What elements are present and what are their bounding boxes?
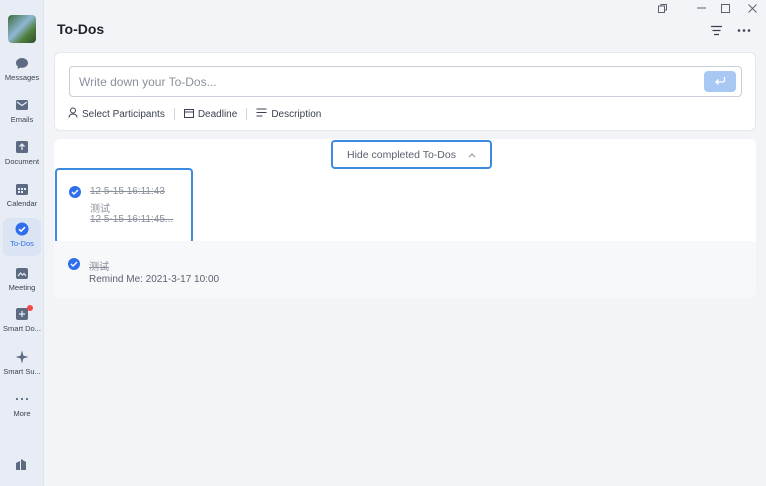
app-store-icon[interactable]	[14, 457, 30, 471]
new-todo-card: Select Participants Deadline Description	[54, 52, 756, 131]
select-participants-button[interactable]: Select Participants	[68, 107, 165, 121]
todo-title: 测试	[89, 262, 109, 273]
description-button[interactable]: Description	[256, 108, 321, 120]
sidebar-item-label: Document	[4, 157, 40, 166]
enter-icon	[714, 73, 726, 91]
document-icon	[15, 140, 29, 154]
notification-badge	[27, 305, 33, 311]
sidebar-item-label: Smart Do...	[3, 324, 41, 333]
todo-check-icon	[15, 222, 29, 236]
person-icon	[68, 107, 78, 121]
minimize-icon[interactable]	[696, 2, 707, 16]
sidebar-item-meeting[interactable]: Meeting	[0, 262, 44, 300]
sidebar-item-emails[interactable]: Emails	[0, 94, 44, 132]
todo-item[interactable]: 12 5-15 16:11:43 测试 12 5-15 16:11:45...	[55, 168, 193, 244]
sidebar-item-label: Calendar	[6, 199, 38, 208]
todo-list-panel: Hide completed To-Dos 12 5-15 16:11:43 测…	[54, 139, 756, 298]
hide-completed-button[interactable]: Hide completed To-Dos	[331, 140, 492, 169]
divider	[173, 108, 175, 120]
sidebar-item-todos[interactable]: To-Dos	[3, 218, 41, 256]
more-dots-icon	[15, 392, 29, 406]
chat-bubble-icon	[15, 56, 29, 70]
pin-window-icon[interactable]	[657, 3, 668, 17]
sidebar-item-label: Meeting	[8, 283, 36, 292]
sidebar-item-smart-summary[interactable]: Smart Su...	[0, 346, 44, 384]
calendar-small-icon	[183, 108, 194, 121]
more-options-icon[interactable]	[737, 24, 751, 39]
todo-subtitle: 测试	[90, 204, 110, 215]
sidebar-item-calendar[interactable]: Calendar	[0, 178, 44, 216]
divider	[246, 108, 248, 120]
select-participants-label: Select Participants	[82, 108, 165, 120]
avatar[interactable]	[8, 15, 36, 43]
sidebar-item-label: Emails	[10, 115, 34, 124]
meeting-icon	[15, 266, 29, 280]
sidebar-item-messages[interactable]: Messages	[0, 52, 44, 90]
sidebar-item-label: More	[13, 409, 31, 418]
mail-icon	[15, 98, 29, 112]
completed-check-icon[interactable]	[68, 258, 80, 270]
sidebar-item-label: Smart Su...	[3, 367, 41, 376]
lines-icon	[256, 108, 267, 120]
deadline-button[interactable]: Deadline	[183, 108, 238, 121]
hide-completed-label: Hide completed To-Dos	[347, 148, 456, 161]
page-title: To-Dos	[57, 21, 105, 37]
sidebar-item-label: Messages	[4, 73, 40, 82]
sidebar-item-more[interactable]: More	[0, 388, 44, 426]
chevron-up-icon	[468, 149, 476, 161]
calendar-icon	[15, 182, 29, 196]
todo-input-box	[69, 66, 742, 97]
todo-item[interactable]: 测试 Remind Me: 2021-3-17 10:00	[54, 241, 756, 298]
close-icon[interactable]	[747, 3, 758, 17]
sidebar-item-label: To-Dos	[10, 239, 34, 248]
completed-check-icon[interactable]	[69, 186, 81, 198]
maximize-icon[interactable]	[720, 3, 731, 17]
todo-reminder: Remind Me: 2021-3-17 10:00	[89, 274, 220, 285]
deadline-label: Deadline	[197, 108, 238, 120]
sidebar: Messages Emails Document Calendar To-Dos…	[0, 0, 44, 486]
todo-detail: 12 5-15 16:11:45...	[90, 214, 174, 225]
description-label: Description	[271, 108, 322, 120]
todo-title: 12 5-15 16:11:43	[90, 186, 165, 197]
todo-input[interactable]	[79, 74, 689, 90]
sidebar-item-smart-doc[interactable]: Smart Do...	[0, 303, 44, 341]
todo-options: Select Participants Deadline Description	[68, 107, 321, 121]
sidebar-item-document[interactable]: Document	[0, 136, 44, 174]
sparkle-icon	[15, 350, 29, 364]
filter-icon[interactable]	[710, 24, 723, 39]
submit-button[interactable]	[704, 71, 736, 92]
